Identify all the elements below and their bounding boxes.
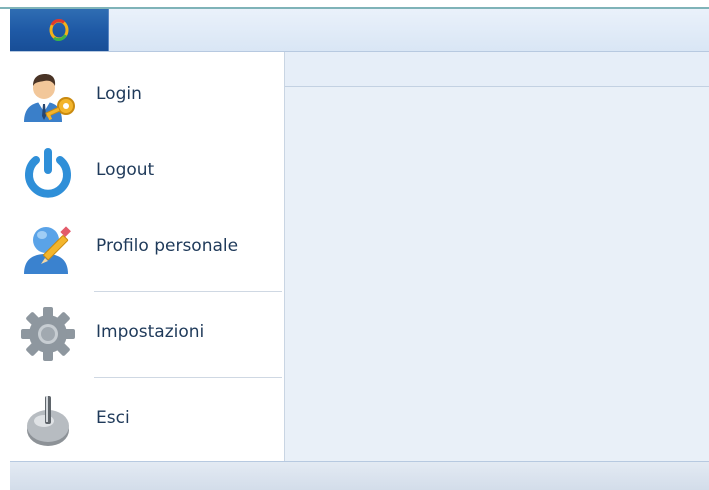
app-menu-button[interactable] <box>10 9 109 51</box>
menu-item-esci[interactable]: Esci <box>10 382 284 458</box>
user-key-icon <box>24 74 75 122</box>
menu-separator <box>94 377 282 378</box>
menu-item-impostazioni[interactable]: Impostazioni <box>10 296 284 372</box>
content-pane-header <box>285 52 709 87</box>
menu-separator <box>94 291 282 292</box>
power-icon <box>25 148 71 198</box>
menu-item-label: Impostazioni <box>96 322 205 342</box>
exit-icon <box>27 396 69 446</box>
app-menu-panel: Login Logout Profilo personale Impostazi… <box>10 52 285 461</box>
menu-item-profilo[interactable]: Profilo personale <box>10 210 284 286</box>
status-bar <box>10 461 709 490</box>
gear-icon <box>21 307 75 361</box>
menu-item-label: Logout <box>96 160 155 180</box>
ribbon-bar <box>10 9 709 52</box>
menu-item-logout[interactable]: Logout <box>10 134 284 210</box>
user-edit-icon <box>24 226 71 274</box>
office-logo-icon <box>49 19 69 41</box>
menu-item-login[interactable]: Login <box>10 58 284 134</box>
content-pane <box>285 52 709 461</box>
menu-item-label: Login <box>96 84 142 104</box>
menu-item-label: Profilo personale <box>96 236 239 256</box>
menu-item-label: Esci <box>96 408 130 428</box>
